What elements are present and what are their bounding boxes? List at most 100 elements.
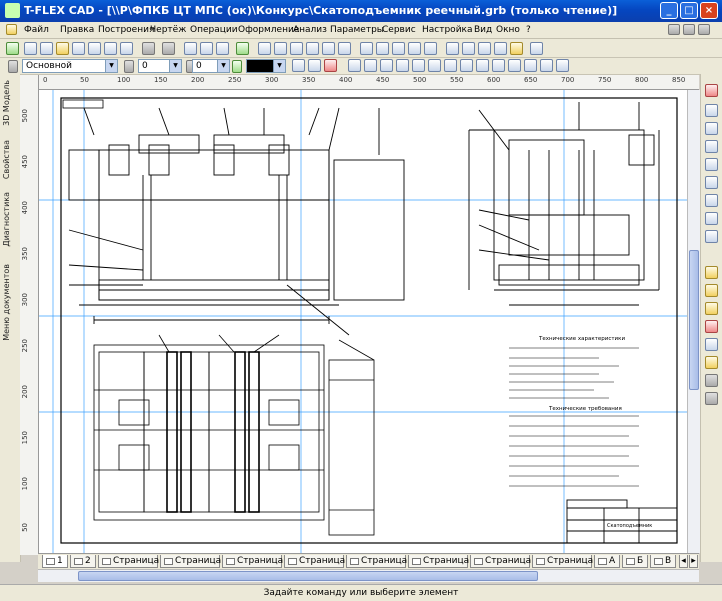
- zoom-in-icon[interactable]: [705, 104, 718, 117]
- redo-icon[interactable]: [162, 42, 175, 55]
- page-tab-str8[interactable]: Страница 8: [532, 555, 602, 568]
- save-icon[interactable]: [72, 42, 85, 55]
- light-icon[interactable]: [705, 374, 718, 387]
- menu-service[interactable]: Сервис: [382, 25, 416, 35]
- filter-1-icon[interactable]: [348, 59, 361, 72]
- page-tab-str4[interactable]: Страница 4: [284, 555, 354, 568]
- level-combo[interactable]: 0 ▼: [138, 59, 182, 73]
- extrude-icon[interactable]: [478, 42, 491, 55]
- filter-6-icon[interactable]: [428, 59, 441, 72]
- menu-operations[interactable]: Операции: [190, 25, 238, 35]
- pointer-icon[interactable]: [258, 42, 271, 55]
- view-front-icon[interactable]: [705, 266, 718, 279]
- chevron-down-icon[interactable]: ▼: [105, 60, 117, 72]
- refresh-icon[interactable]: [705, 230, 718, 243]
- fill-icon[interactable]: [360, 42, 373, 55]
- filter-off-icon[interactable]: [324, 59, 337, 72]
- color-combo[interactable]: ▼: [246, 59, 286, 73]
- drawing-canvas[interactable]: Технические характеристики Технические т…: [39, 90, 687, 553]
- menu-design[interactable]: Оформление: [238, 25, 299, 35]
- filter-10-icon[interactable]: [492, 59, 505, 72]
- menu-view[interactable]: Вид: [474, 25, 492, 35]
- new-file-icon[interactable]: [24, 42, 37, 55]
- filter-9-icon[interactable]: [476, 59, 489, 72]
- tab-diagnostics[interactable]: Диагностика: [2, 192, 17, 247]
- vertical-scrollbar[interactable]: [687, 90, 700, 553]
- filter-7-icon[interactable]: [444, 59, 457, 72]
- filter-3-icon[interactable]: [380, 59, 393, 72]
- properties-icon[interactable]: [292, 59, 305, 72]
- menu-file[interactable]: Файл: [24, 25, 49, 35]
- page-tab-v[interactable]: В: [650, 555, 676, 568]
- menu-analysis[interactable]: Анализ: [293, 25, 327, 35]
- menu-parameters[interactable]: Параметры: [330, 25, 384, 35]
- view-top-icon[interactable]: [705, 284, 718, 297]
- pan-icon[interactable]: [705, 194, 718, 207]
- menu-window[interactable]: Окно: [496, 25, 520, 35]
- export-icon[interactable]: [104, 42, 117, 55]
- menu-drawing[interactable]: Чертёж: [150, 25, 186, 35]
- page-tab-str3[interactable]: Страница 3: [222, 555, 292, 568]
- fragment-icon[interactable]: [408, 42, 421, 55]
- zoom-all-icon[interactable]: [705, 140, 718, 153]
- check-icon[interactable]: [6, 42, 19, 55]
- rotate-view-icon[interactable]: [705, 212, 718, 225]
- tabs-scroll-right-icon[interactable]: ▸: [689, 555, 698, 568]
- arc-icon[interactable]: [306, 42, 319, 55]
- menu-construct[interactable]: Построения: [98, 25, 154, 35]
- hatch-icon[interactable]: [338, 42, 351, 55]
- horizontal-scrollbar[interactable]: [38, 569, 699, 582]
- priority-combo[interactable]: 0 ▼: [192, 59, 230, 73]
- view-left-icon[interactable]: [705, 302, 718, 315]
- select-filter-icon[interactable]: [308, 59, 321, 72]
- filter-5-icon[interactable]: [412, 59, 425, 72]
- pan-icon[interactable]: [216, 42, 229, 55]
- dock-icon[interactable]: [705, 84, 718, 97]
- zoom-window-icon[interactable]: [705, 176, 718, 189]
- tabs-scroll-left-icon[interactable]: ◂: [679, 555, 688, 568]
- tab-3d-model[interactable]: 3D Модель: [2, 80, 17, 126]
- circle-icon[interactable]: [290, 42, 303, 55]
- save-all-icon[interactable]: [88, 42, 101, 55]
- open-folder-icon[interactable]: [56, 42, 69, 55]
- filter-2-icon[interactable]: [364, 59, 377, 72]
- filter-8-icon[interactable]: [460, 59, 473, 72]
- menu-edit[interactable]: Правка: [60, 25, 94, 35]
- page-tab-b[interactable]: Б: [622, 555, 648, 568]
- minimize-button[interactable]: _: [660, 2, 678, 19]
- zoom-out-icon[interactable]: [705, 122, 718, 135]
- line-icon[interactable]: [274, 42, 287, 55]
- page-tab-2[interactable]: 2: [70, 555, 96, 568]
- tab-properties[interactable]: Свойства: [2, 140, 17, 179]
- close-button[interactable]: ×: [700, 2, 718, 19]
- zoom-prev-icon[interactable]: [705, 158, 718, 171]
- chevron-down-icon[interactable]: ▼: [169, 60, 181, 72]
- doc-restore-icon[interactable]: [683, 24, 695, 35]
- vertical-scroll-thumb[interactable]: [689, 250, 699, 390]
- chevron-down-icon[interactable]: ▼: [217, 60, 229, 72]
- page-tab-a[interactable]: А: [594, 555, 620, 568]
- workplane-icon[interactable]: [446, 42, 459, 55]
- view-icon[interactable]: [424, 42, 437, 55]
- filter-4-icon[interactable]: [396, 59, 409, 72]
- undo-icon[interactable]: [142, 42, 155, 55]
- doc-minimize-icon[interactable]: [668, 24, 680, 35]
- check-icon[interactable]: [705, 392, 718, 405]
- snap-icon[interactable]: [236, 42, 249, 55]
- doc-close-icon[interactable]: [698, 24, 710, 35]
- filter-12-icon[interactable]: [524, 59, 537, 72]
- view-iso-icon[interactable]: [705, 320, 718, 333]
- layer-combo[interactable]: Основной ▼: [22, 59, 118, 73]
- shade-icon[interactable]: [705, 338, 718, 351]
- horizontal-scroll-thumb[interactable]: [78, 571, 538, 581]
- print-icon[interactable]: [120, 42, 133, 55]
- filter-13-icon[interactable]: [540, 59, 553, 72]
- zoom-window-icon[interactable]: [184, 42, 197, 55]
- maximize-button[interactable]: □: [680, 2, 698, 19]
- page-tab-str1[interactable]: Страница 1: [98, 555, 168, 568]
- page-tab-str2[interactable]: Страница 2: [160, 555, 230, 568]
- filter-11-icon[interactable]: [508, 59, 521, 72]
- page-tab-str6[interactable]: Страница 6: [408, 555, 478, 568]
- tab-document-menu[interactable]: Меню документов: [2, 264, 17, 341]
- dimension-icon[interactable]: [376, 42, 389, 55]
